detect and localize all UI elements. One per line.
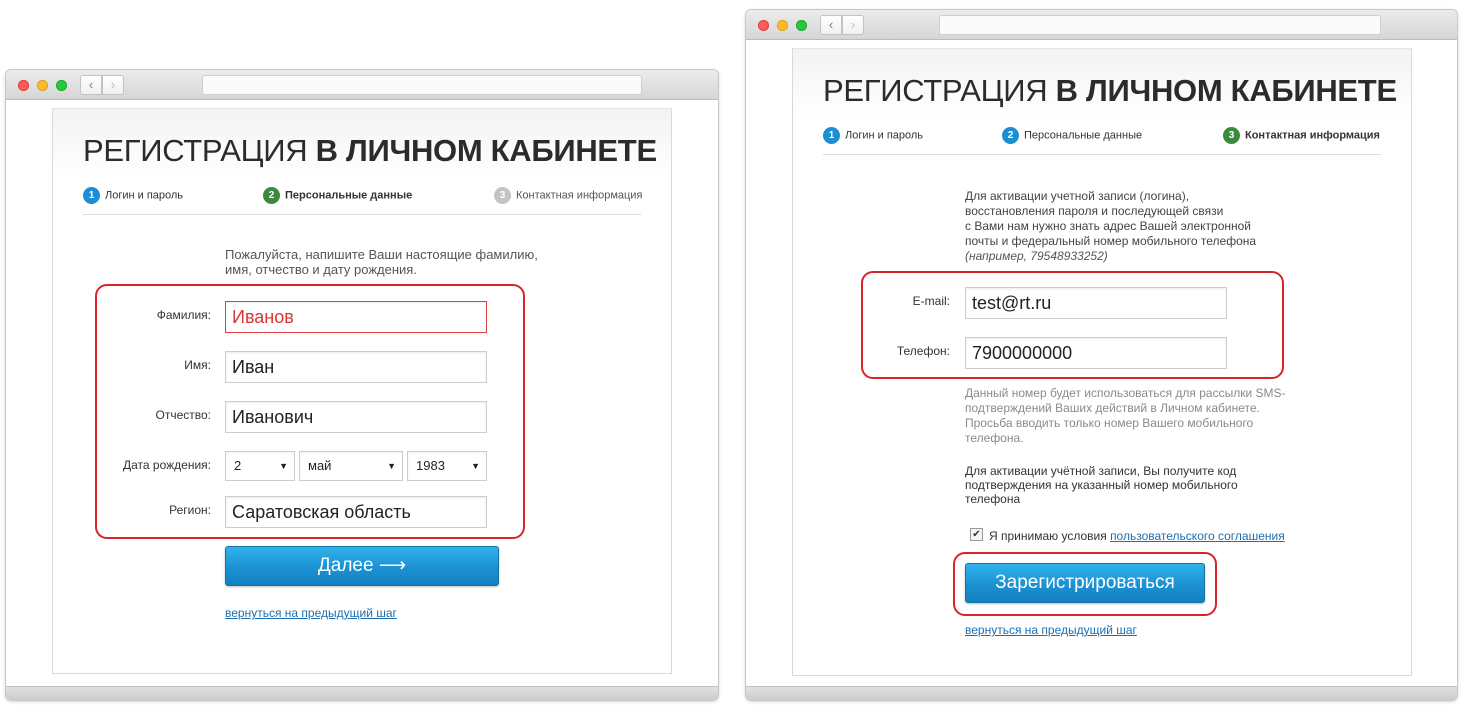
step-personal-data: 2 Персональные данные <box>263 187 412 204</box>
intro-text: Пожалуйста, напишите Ваши настоящие фами… <box>225 247 538 277</box>
browser-window-contact-info: ‹ › РЕГИСТРАЦИЯ В ЛИЧНОМ КАБИНЕТЕ 1 Логин… <box>746 10 1457 700</box>
step-number-2-icon: 2 <box>263 187 280 204</box>
step-indicator: 1 Логин и пароль 2 Персональные данные 3 Ко… <box>823 125 1381 155</box>
step-number-2-icon: 2 <box>1002 127 1019 144</box>
step-contact-info: 3 Контактная информация <box>1223 127 1380 144</box>
region-input[interactable]: Саратовская область <box>225 496 487 528</box>
next-button[interactable]: Далее ⟶ <box>225 546 499 586</box>
page-title: РЕГИСТРАЦИЯ В ЛИЧНОМ КАБИНЕТЕ <box>83 133 657 168</box>
registration-panel: РЕГИСТРАЦИЯ В ЛИЧНОМ КАБИНЕТЕ 1 Логин и п… <box>792 48 1412 676</box>
region-label: Регион: <box>169 503 211 517</box>
back-arrow-icon[interactable]: ‹ <box>80 75 102 95</box>
close-window-icon[interactable] <box>758 20 769 31</box>
intro-text: Для активации учетной записи (логина), в… <box>965 189 1305 264</box>
back-to-previous-step-link[interactable]: вернуться на предыдущий шаг <box>225 606 397 620</box>
address-bar[interactable] <box>202 75 642 95</box>
phone-input[interactable]: 7900000000 <box>965 337 1227 369</box>
step-login-password: 1 Логин и пароль <box>823 127 923 144</box>
patronymic-input[interactable]: Иванович <box>225 401 487 433</box>
step-number-1-icon: 1 <box>823 127 840 144</box>
surname-label: Фамилия: <box>156 308 211 322</box>
zoom-window-icon[interactable] <box>56 80 67 91</box>
window-bottom-bar <box>6 686 718 700</box>
name-label: Имя: <box>184 358 211 372</box>
birth-month-select[interactable]: май ▼ <box>299 451 403 481</box>
email-input[interactable]: test@rt.ru <box>965 287 1227 319</box>
back-to-previous-step-link[interactable]: вернуться на предыдущий шаг <box>965 623 1137 637</box>
dropdown-arrow-icon: ▼ <box>471 461 480 471</box>
birthdate-label: Дата рождения: <box>123 458 211 472</box>
dropdown-arrow-icon: ▼ <box>387 461 396 471</box>
name-input[interactable]: Иван <box>225 351 487 383</box>
dropdown-arrow-icon: ▼ <box>279 461 288 471</box>
step-number-3-icon: 3 <box>494 187 511 204</box>
sms-note: Данный номер будет использоваться для ра… <box>965 386 1286 445</box>
birth-day-select[interactable]: 2 ▼ <box>225 451 295 481</box>
back-arrow-icon[interactable]: ‹ <box>820 15 842 35</box>
birth-year-select[interactable]: 1983 ▼ <box>407 451 487 481</box>
register-button[interactable]: Зарегистрироваться <box>965 563 1205 603</box>
minimize-window-icon[interactable] <box>777 20 788 31</box>
activation-note: Для активации учётной записи, Вы получит… <box>965 464 1238 506</box>
address-bar[interactable] <box>939 15 1381 35</box>
page-title: РЕГИСТРАЦИЯ В ЛИЧНОМ КАБИНЕТЕ <box>823 73 1397 108</box>
phone-label: Телефон: <box>896 344 950 358</box>
agree-text: Я принимаю условия пользовательского сог… <box>989 529 1285 543</box>
patronymic-label: Отчество: <box>155 408 212 422</box>
minimize-window-icon[interactable] <box>37 80 48 91</box>
user-agreement-link[interactable]: пользовательского соглашения <box>1110 529 1285 543</box>
browser-window-personal-data: ‹ › РЕГИСТРАЦИЯ В ЛИЧНОМ КАБИНЕТЕ 1 Логин… <box>6 70 718 700</box>
forward-arrow-icon[interactable]: › <box>842 15 864 35</box>
step-personal-data: 2 Персональные данные <box>1002 127 1142 144</box>
agree-checkbox[interactable]: ✔ <box>970 528 983 541</box>
window-titlebar: ‹ › <box>746 10 1457 40</box>
step-number-1-icon: 1 <box>83 187 100 204</box>
email-label: E-mail: <box>912 294 950 308</box>
registration-panel: РЕГИСТРАЦИЯ В ЛИЧНОМ КАБИНЕТЕ 1 Логин и п… <box>52 108 672 674</box>
zoom-window-icon[interactable] <box>796 20 807 31</box>
forward-arrow-icon[interactable]: › <box>102 75 124 95</box>
phone-example: (например, 79548933252) <box>965 249 1108 263</box>
window-titlebar: ‹ › <box>6 70 718 100</box>
window-bottom-bar <box>746 686 1457 700</box>
step-indicator: 1 Логин и пароль 2 Персональные данные 3 Ко… <box>83 185 642 215</box>
step-contact-info: 3 Контактная информация <box>494 187 642 204</box>
step-number-3-icon: 3 <box>1223 127 1240 144</box>
surname-input[interactable]: Иванов <box>225 301 487 333</box>
step-login-password: 1 Логин и пароль <box>83 187 183 204</box>
close-window-icon[interactable] <box>18 80 29 91</box>
